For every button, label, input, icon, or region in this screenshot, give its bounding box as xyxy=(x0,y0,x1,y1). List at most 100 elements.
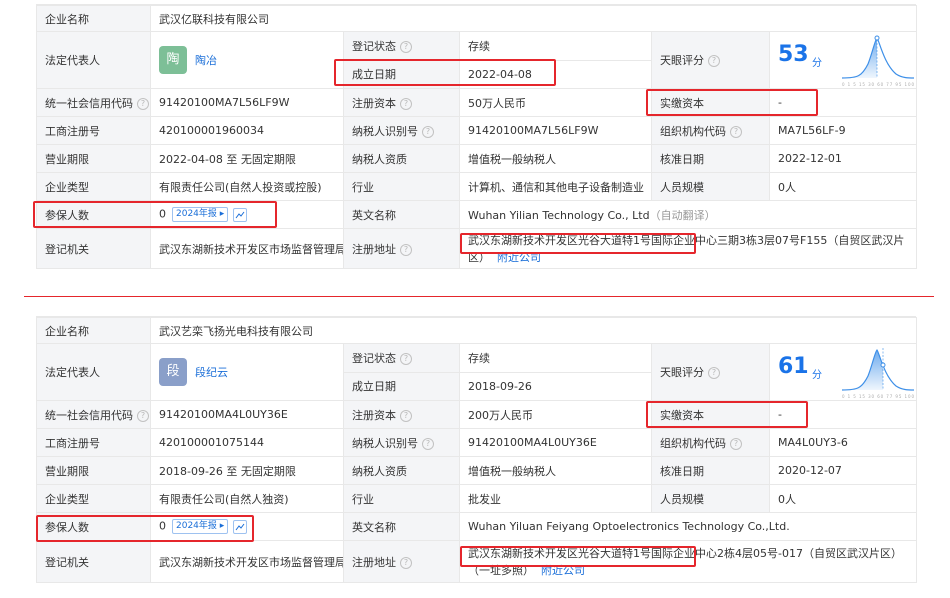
score-axis-labels: 0 1 5 15 30 60 77 95 100 xyxy=(842,394,914,399)
english-name-value: Wuhan Yiluan Feiyang Optoelectronics Tec… xyxy=(468,520,790,533)
highlight-paid-capital xyxy=(646,401,808,428)
biz-term-value: 2018-09-26 至 无固定期限 xyxy=(150,456,344,485)
taxpayer-qual-value: 增值税一般纳税人 xyxy=(459,456,652,485)
score-curve xyxy=(841,37,915,79)
label-company-type: 企业类型 xyxy=(36,484,151,513)
biz-term-value: 2022-04-08 至 无固定期限 xyxy=(150,144,344,173)
label-found-date: 成立日期 xyxy=(343,371,460,401)
label-company-name: 企业名称 xyxy=(36,5,151,32)
company-card-2: 企业名称 武汉艺栾飞扬光电科技有限公司 法定代表人 段段纪云 登记状态? 存续 … xyxy=(36,316,918,583)
company-name-value: 武汉亿联科技有限公司 xyxy=(149,5,918,32)
score-distribution-chart: 0 1 5 15 30 60 77 95 100 xyxy=(841,35,915,87)
label-industry: 行业 xyxy=(343,484,460,513)
label-taxpayer-id: 纳税人识别号? xyxy=(343,428,460,457)
biz-reg-no-value: 420100001960034 xyxy=(150,116,344,145)
highlight-found-date xyxy=(334,59,556,86)
help-icon[interactable]: ? xyxy=(422,437,434,450)
highlight-reg-address xyxy=(460,546,696,567)
company-card-1: 企业名称 武汉亿联科技有限公司 法定代表人 陶陶冶 登记状态? 存续 天眼评分?… xyxy=(36,4,918,269)
label-taxpayer-qual: 纳税人资质 xyxy=(343,456,460,485)
org-code-value: MA4L0UY3-6 xyxy=(768,428,918,457)
label-staff-size: 人员规模 xyxy=(651,484,770,513)
label-staff-size: 人员规模 xyxy=(651,172,770,201)
taxpayer-id-value: 91420100MA7L56LF9W xyxy=(459,116,652,145)
score-area xyxy=(842,38,877,78)
label-company-name: 企业名称 xyxy=(36,317,151,344)
score-marker-dot xyxy=(880,362,886,368)
english-name-value: Wuhan Yilian Technology Co., Ltd xyxy=(468,208,650,222)
label-reg-status: 登记状态? xyxy=(343,343,460,373)
english-name-cell: Wuhan Yilian Technology Co., Ltd（自动翻译） xyxy=(458,200,918,229)
label-company-type: 企业类型 xyxy=(36,172,151,201)
avatar: 段 xyxy=(159,358,187,386)
org-code-value: MA7L56LF-9 xyxy=(768,116,918,145)
label-org-code: 组织机构代码? xyxy=(651,428,770,457)
help-icon[interactable]: ? xyxy=(400,352,412,365)
help-icon[interactable]: ? xyxy=(400,243,412,256)
reg-authority-value: 武汉东湖新技术开发区市场监督管理局 xyxy=(150,540,344,583)
tianyan-score-value: 61 xyxy=(778,354,809,379)
highlight-insured xyxy=(33,201,277,228)
label-english-name: 英文名称 xyxy=(343,200,460,229)
score-unit: 分 xyxy=(812,58,822,69)
label-biz-term: 营业期限 xyxy=(36,144,151,173)
label-biz-term: 营业期限 xyxy=(36,456,151,485)
label-reg-address: 注册地址? xyxy=(343,540,460,583)
credit-code-value: 91420100MA7L56LF9W xyxy=(150,88,344,117)
help-icon[interactable]: ? xyxy=(708,367,720,379)
label-industry: 行业 xyxy=(343,172,460,201)
taxpayer-qual-value: 增值税一般纳税人 xyxy=(459,144,652,173)
reg-authority-value: 武汉东湖新技术开发区市场监督管理局 xyxy=(150,228,344,269)
taxpayer-id-value: 91420100MA4L0UY36E xyxy=(459,428,652,457)
help-icon[interactable]: ? xyxy=(137,409,149,422)
help-icon[interactable]: ? xyxy=(400,409,412,422)
found-date-value: 2018-09-26 xyxy=(459,371,652,401)
section-divider xyxy=(24,296,934,297)
help-icon[interactable]: ? xyxy=(137,97,149,110)
score-unit: 分 xyxy=(812,370,822,381)
approval-date-value: 2022-12-01 xyxy=(768,144,918,173)
help-icon[interactable]: ? xyxy=(730,125,742,138)
approval-date-value: 2020-12-07 xyxy=(768,456,918,485)
legal-rep-cell: 段段纪云 xyxy=(150,343,344,401)
label-tianyan-score: 天眼评分? xyxy=(651,31,770,89)
label-tianyan-score: 天眼评分? xyxy=(651,343,770,401)
reg-capital-value: 200万人民币 xyxy=(459,400,652,429)
help-icon[interactable]: ? xyxy=(730,437,742,450)
label-biz-reg-no: 工商注册号 xyxy=(36,116,151,145)
staff-size-value: 0人 xyxy=(768,172,918,201)
highlight-paid-capital xyxy=(646,89,818,116)
industry-value: 计算机、通信和其他电子设备制造业 xyxy=(459,172,652,201)
label-legal-rep: 法定代表人 xyxy=(36,31,151,89)
company-type-value: 有限责任公司(自然人投资或控股) xyxy=(150,172,344,201)
industry-value: 批发业 xyxy=(459,484,652,513)
label-reg-capital: 注册资本? xyxy=(343,88,460,117)
auto-translate-note: （自动翻译） xyxy=(649,208,716,222)
legal-rep-link[interactable]: 陶冶 xyxy=(195,54,217,67)
label-credit-code: 统一社会信用代码? xyxy=(36,400,151,429)
help-icon[interactable]: ? xyxy=(708,55,720,67)
credit-code-value: 91420100MA4L0UY36E xyxy=(150,400,344,429)
label-credit-code: 统一社会信用代码? xyxy=(36,88,151,117)
label-reg-status: 登记状态? xyxy=(343,31,460,61)
biz-reg-no-value: 420100001075144 xyxy=(150,428,344,457)
label-reg-address: 注册地址? xyxy=(343,228,460,269)
highlight-reg-address xyxy=(460,233,696,254)
label-biz-reg-no: 工商注册号 xyxy=(36,428,151,457)
reg-status-value: 存续 xyxy=(459,343,652,373)
legal-rep-link[interactable]: 段纪云 xyxy=(195,366,228,379)
score-marker-dot xyxy=(874,35,880,41)
tianyan-score-cell[interactable]: 61 分 0 1 5 15 30 60 77 95 100 xyxy=(768,343,918,401)
tianyan-score-value: 53 xyxy=(778,42,809,67)
help-icon[interactable]: ? xyxy=(422,125,434,138)
label-org-code: 组织机构代码? xyxy=(651,116,770,145)
help-icon[interactable]: ? xyxy=(400,556,412,569)
company-name-value: 武汉艺栾飞扬光电科技有限公司 xyxy=(149,317,918,344)
label-legal-rep: 法定代表人 xyxy=(36,343,151,401)
label-taxpayer-id: 纳税人识别号? xyxy=(343,116,460,145)
tianyan-score-cell[interactable]: 53 分 0 1 5 15 30 60 77 95 100 xyxy=(768,31,918,89)
legal-rep-cell: 陶陶冶 xyxy=(150,31,344,89)
help-icon[interactable]: ? xyxy=(400,97,412,110)
label-taxpayer-qual: 纳税人资质 xyxy=(343,144,460,173)
help-icon[interactable]: ? xyxy=(400,40,412,53)
